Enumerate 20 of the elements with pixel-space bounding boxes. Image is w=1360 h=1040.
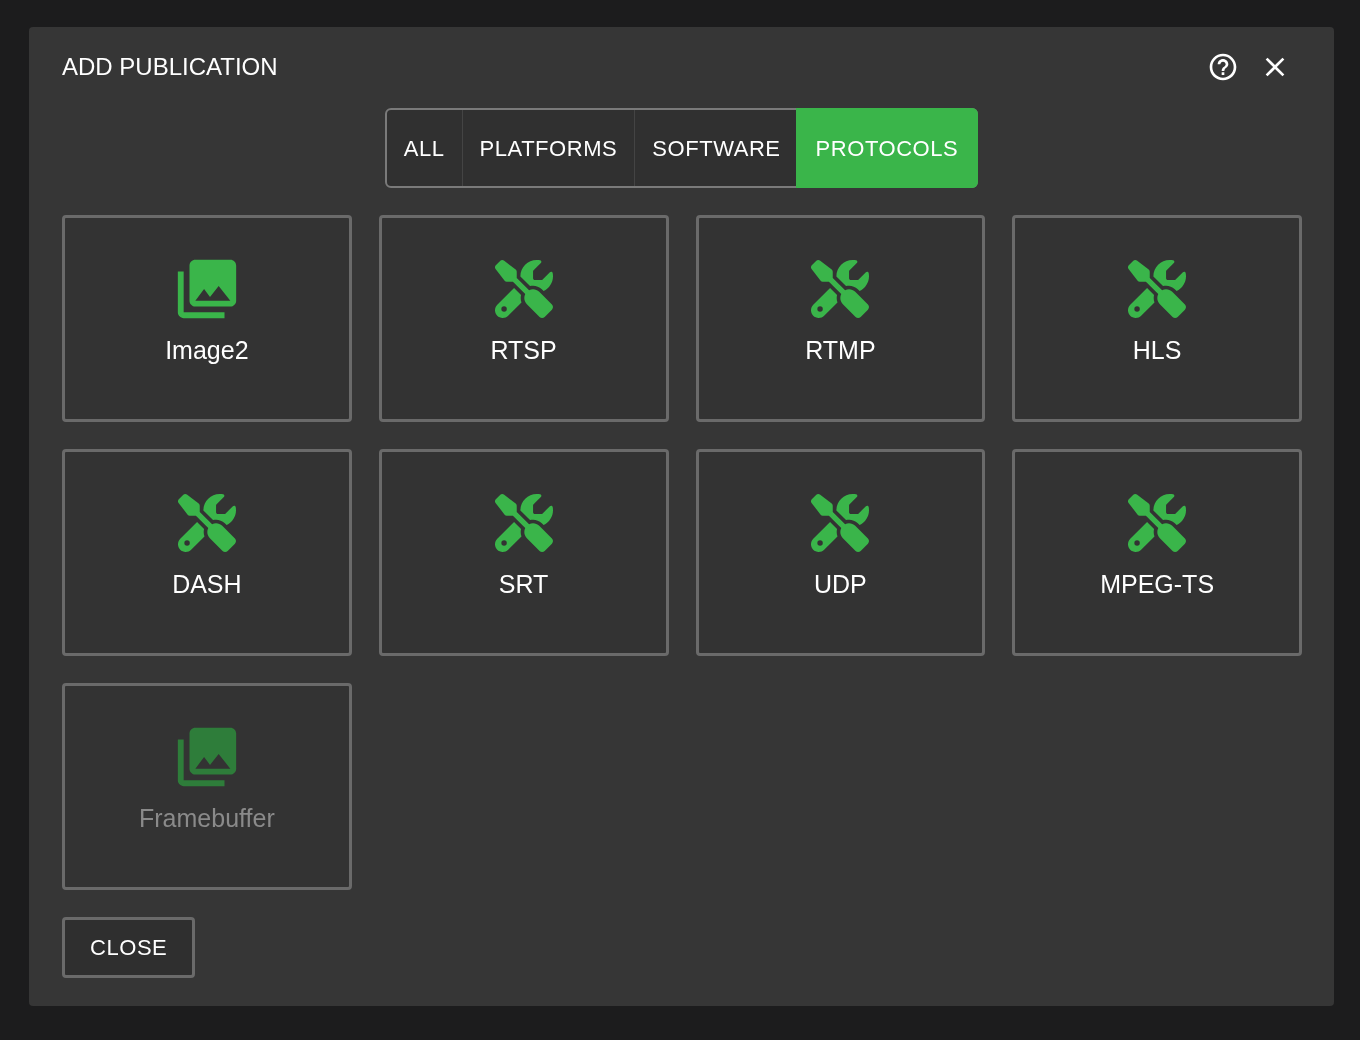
category-tab[interactable]: ALL: [386, 110, 462, 186]
publication-tile[interactable]: HLS: [1012, 215, 1302, 422]
category-tab[interactable]: PLATFORMS: [461, 110, 635, 186]
wrench-screwdriver-icon: [1128, 493, 1187, 552]
close-button[interactable]: CLOSE: [62, 917, 196, 978]
publication-tile[interactable]: Image2: [62, 215, 352, 422]
wrench-screwdriver-icon: [811, 259, 870, 318]
publication-tile[interactable]: MPEG-TS: [1012, 449, 1302, 656]
wrench-screwdriver-icon: [177, 493, 236, 552]
help-icon[interactable]: [1207, 51, 1239, 83]
wrench-screwdriver-icon: [1128, 259, 1187, 318]
publication-tile[interactable]: UDP: [695, 449, 986, 656]
publication-tile[interactable]: DASH: [62, 449, 352, 656]
wrench-screwdriver-icon: [811, 493, 870, 552]
publication-tile[interactable]: RTSP: [378, 215, 669, 422]
publication-tile[interactable]: SRT: [378, 449, 669, 656]
wrench-screwdriver-icon: [494, 259, 553, 318]
publication-tile[interactable]: RTMP: [695, 215, 986, 422]
wrench-screwdriver-icon: [494, 493, 553, 552]
dialog-title: ADD PUBLICATION: [62, 52, 278, 82]
